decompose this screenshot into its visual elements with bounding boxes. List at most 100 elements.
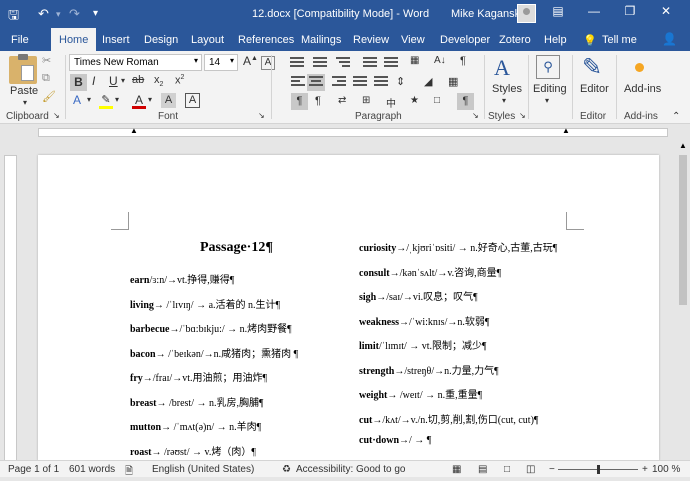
asian-layout-icon[interactable]: ⊞ <box>362 95 370 106</box>
copy-icon[interactable]: ⧉ <box>42 72 50 85</box>
vocab-line[interactable]: curiosity→/ˌkjʊriˈɒsiti/ → n.好奇心,古董,古玩¶ <box>359 239 557 254</box>
italic-button[interactable]: I <box>92 74 95 88</box>
numbering-icon[interactable] <box>313 57 327 69</box>
passage-title[interactable]: Passage·12¶ <box>200 240 273 256</box>
paragraph-marks-icon[interactable]: ¶ <box>457 93 474 110</box>
sort-icon[interactable]: A↓ <box>434 55 446 66</box>
superscript-button[interactable]: x2 <box>175 74 184 87</box>
vocab-line[interactable]: bacon→ /ˈbeɪkən/→n.咸猪肉；熏猪肉 ¶ <box>130 345 298 360</box>
font-color-dropdown-icon[interactable]: ▾ <box>148 95 152 104</box>
font-size-input[interactable]: 14 ▾ <box>204 54 238 71</box>
focus-mode-icon[interactable]: ▦ <box>452 464 461 475</box>
tab-view[interactable]: View <box>401 34 425 46</box>
rtl-paragraph-icon[interactable]: ¶ <box>315 95 321 107</box>
scrollbar-thumb[interactable] <box>679 155 687 305</box>
vocab-line[interactable]: earn/ɜ:n/→vt.挣得,赚得¶ <box>130 271 234 286</box>
print-layout-icon[interactable]: □ <box>504 464 510 475</box>
vocab-line[interactable]: sigh→/saɪ/→vi.叹息；叹气¶ <box>359 288 478 303</box>
align-center-icon[interactable] <box>307 74 325 91</box>
language-status[interactable]: English (United States) <box>152 464 254 475</box>
vocab-line[interactable]: weight→ /weɪt/ → n.重,重量¶ <box>359 386 482 401</box>
paste-dropdown-icon[interactable]: ▾ <box>23 98 27 107</box>
search-icon[interactable]: ⚲ <box>536 55 560 79</box>
styles-icon[interactable]: A <box>494 55 510 81</box>
paste-button[interactable]: Paste <box>10 85 38 97</box>
zoom-slider[interactable] <box>558 465 638 474</box>
styles-launcher-icon[interactable]: ↘ <box>519 111 526 120</box>
avatar[interactable] <box>517 4 536 23</box>
restore-icon[interactable]: ❐ <box>620 4 640 18</box>
clipboard-launcher-icon[interactable]: ↘ <box>53 111 60 120</box>
proofing-icon[interactable]: 🗎 <box>125 464 133 481</box>
indent-marker-icon[interactable]: ▲ <box>130 126 138 135</box>
font-color-icon[interactable]: A <box>132 93 146 109</box>
text-effects-icon[interactable]: A <box>73 93 81 107</box>
chevron-down-icon[interactable]: ▾ <box>194 56 198 65</box>
zoom-level[interactable]: 100 % <box>652 464 680 475</box>
addins-button[interactable]: Add-ins <box>624 83 661 95</box>
zoom-out-icon[interactable]: − <box>549 464 555 475</box>
text-effects-dropdown-icon[interactable]: ▾ <box>87 95 91 104</box>
vocab-line[interactable]: strength→/streŋθ/→n.力量,力气¶ <box>359 362 499 377</box>
underline-button[interactable]: U <box>109 74 118 88</box>
clipboard-icon[interactable] <box>9 54 37 84</box>
scroll-up-icon[interactable]: ▲ <box>679 141 687 150</box>
vocab-line[interactable]: cut→/kʌt/→v./n.切,剪,削,割,伤口(cut, cut)¶ <box>359 411 538 426</box>
editing-button[interactable]: Editing <box>533 83 567 95</box>
right-indent-icon[interactable]: ▲ <box>562 126 570 135</box>
redo-icon[interactable]: ↷ <box>69 6 80 22</box>
justify-icon[interactable] <box>353 76 367 88</box>
paragraph-launcher-icon[interactable]: ↘ <box>472 111 479 120</box>
align-left-icon[interactable] <box>291 76 305 88</box>
strikethrough-button[interactable]: ab <box>132 74 144 86</box>
ribbon-display-icon[interactable]: ▤ <box>548 4 568 18</box>
read-mode-icon[interactable]: ▤ <box>478 464 487 475</box>
editing-dropdown-icon[interactable]: ▾ <box>545 96 549 105</box>
user-name[interactable]: Mike Kaganski <box>451 8 523 20</box>
tab-developer[interactable]: Developer <box>440 34 490 46</box>
distributed-icon[interactable] <box>374 76 388 88</box>
tab-design[interactable]: Design <box>144 34 178 46</box>
cut-icon[interactable]: ✂ <box>42 54 51 67</box>
tab-mailings[interactable]: Mailings <box>301 34 341 46</box>
minimize-icon[interactable]: — <box>584 4 604 18</box>
ltr-paragraph-icon[interactable]: ¶ <box>291 93 308 110</box>
enclose-characters-icon[interactable]: ★ <box>410 95 419 106</box>
document-page[interactable]: Passage·12¶ earn/ɜ:n/→vt.挣得,赚得¶ living→ /… <box>38 155 659 461</box>
shading-icon[interactable]: ◢ <box>424 75 432 88</box>
show-marks-icon[interactable]: ¶ <box>460 55 466 67</box>
grow-font-icon[interactable]: A▲ <box>243 54 258 68</box>
character-border-icon[interactable]: A <box>185 93 200 108</box>
vocab-line[interactable]: consult→/kənˈsʌlt/→v.咨询,商量¶ <box>359 264 501 279</box>
web-layout-icon[interactable]: ◫ <box>526 464 535 475</box>
save-icon[interactable]: 🖫 <box>8 6 19 28</box>
page-count[interactable]: Page 1 of 1 <box>8 464 59 475</box>
vocab-line[interactable]: weakness→/ˈwi:knɪs/→n.软弱¶ <box>359 313 489 328</box>
styles-dropdown-icon[interactable]: ▾ <box>502 96 506 105</box>
highlight-icon[interactable]: ✎ <box>99 93 113 109</box>
bullets-icon[interactable] <box>290 57 304 69</box>
vocab-line[interactable]: mutton→ /ˈmʌt(ə)n/ → n.羊肉¶ <box>130 418 261 433</box>
collapse-ribbon-icon[interactable]: ⌃ <box>672 111 680 122</box>
font-name-input[interactable]: Times New Roman ▾ <box>69 54 202 71</box>
multilevel-list-icon[interactable] <box>336 57 350 69</box>
undo-dropdown-icon[interactable]: ▾ <box>56 9 61 20</box>
vocab-line[interactable]: roast→ /rəʊst/ → v.烤（肉）¶ <box>130 443 256 458</box>
tab-insert[interactable]: Insert <box>102 34 130 46</box>
font-launcher-icon[interactable]: ↘ <box>258 111 265 120</box>
tab-review[interactable]: Review <box>353 34 389 46</box>
vocab-line[interactable]: fry→/fraɪ/→vt.用油煎；用油炸¶ <box>130 369 267 384</box>
accessibility-status[interactable]: Accessibility: Good to go <box>296 464 406 475</box>
addins-icon[interactable] <box>635 63 644 72</box>
character-shading-icon[interactable]: A <box>161 93 176 108</box>
vocab-line[interactable]: limit/ˈlɪmɪt/ → vt.限制；减少¶ <box>359 337 487 352</box>
word-count[interactable]: 601 words <box>69 464 115 475</box>
highlight-dropdown-icon[interactable]: ▾ <box>115 95 119 104</box>
chevron-down-icon[interactable]: ▾ <box>230 56 234 65</box>
underline-dropdown-icon[interactable]: ▾ <box>121 76 125 85</box>
editor-button[interactable]: Editor <box>580 83 609 95</box>
vertical-scrollbar[interactable]: ▲ <box>676 140 690 460</box>
line-spacing-icon[interactable]: ⇕ <box>396 75 405 88</box>
vocab-line[interactable]: living→ /ˈlɪvɪŋ/ → a.活着的 n.生计¶ <box>130 296 280 311</box>
accessibility-icon[interactable]: ♻ <box>282 464 291 475</box>
